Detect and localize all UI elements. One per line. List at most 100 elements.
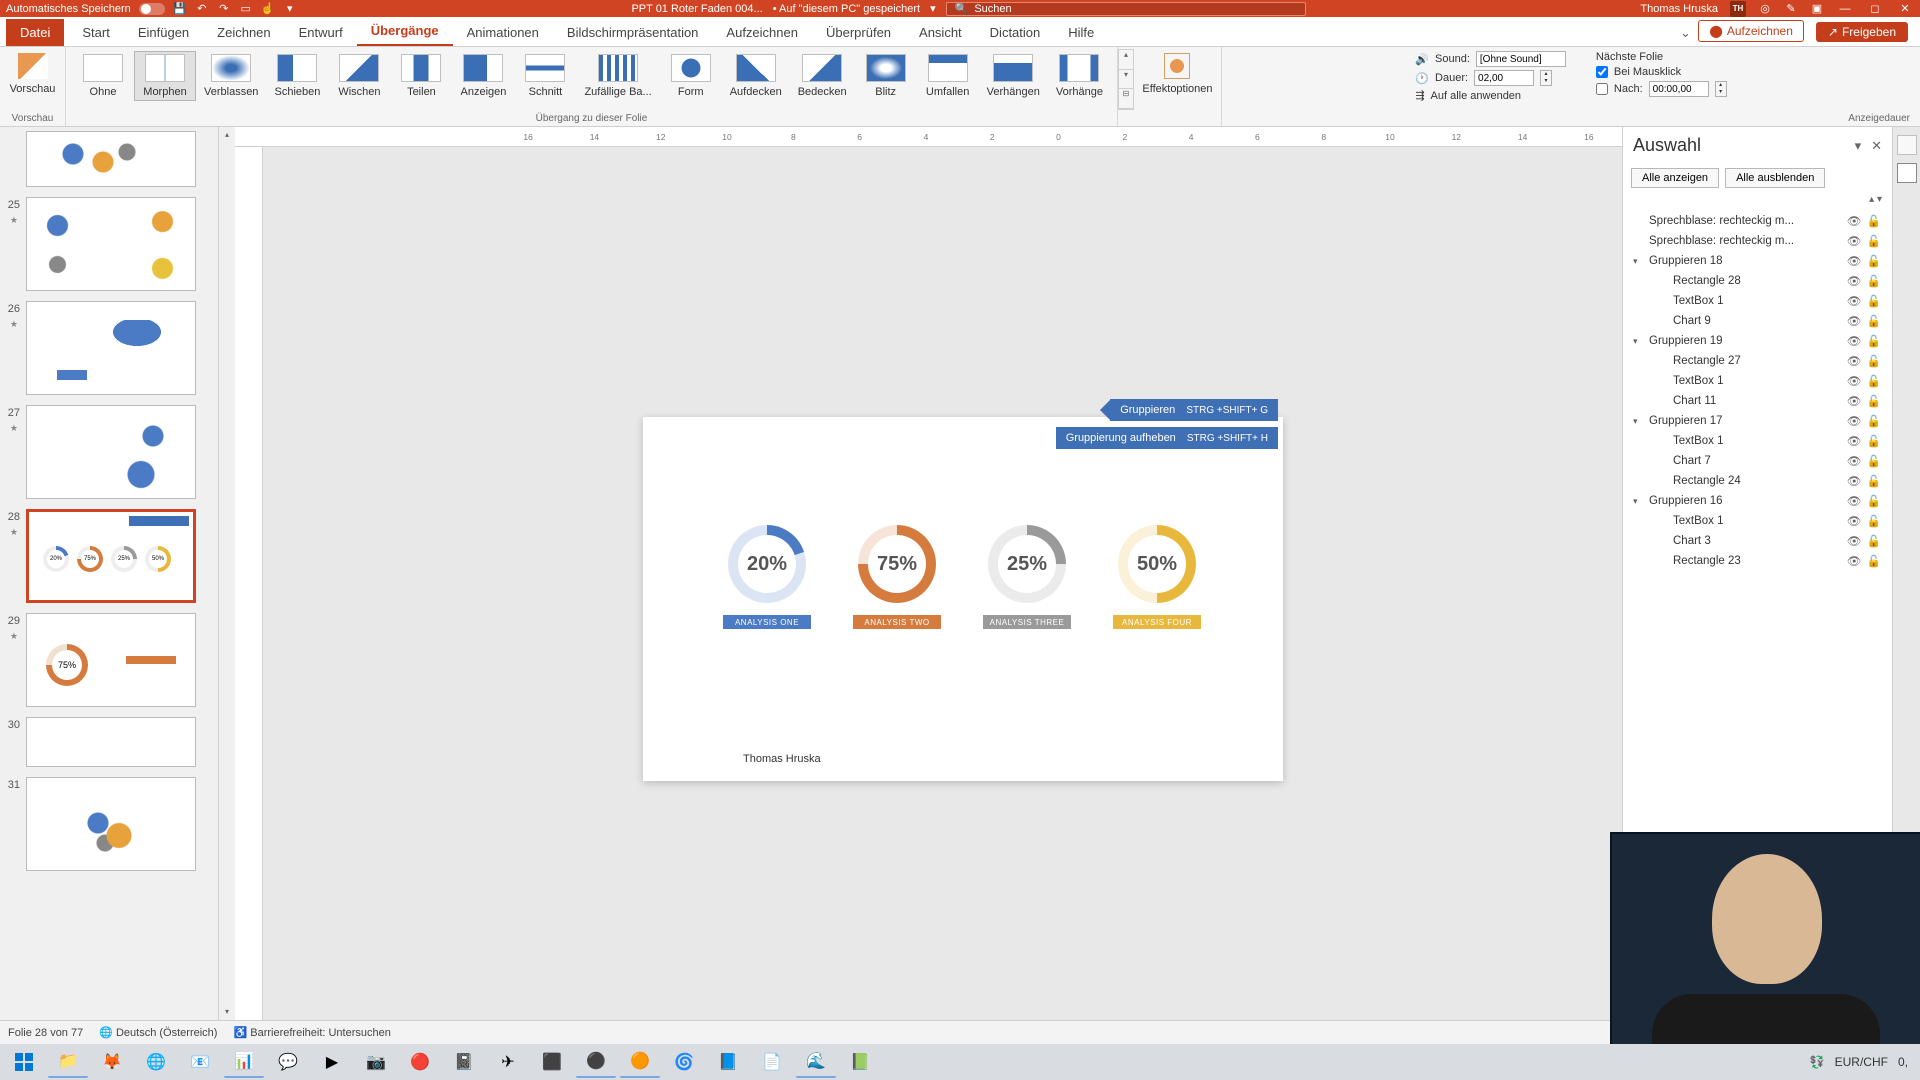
move-up-icon[interactable]: ▴ xyxy=(1869,194,1874,205)
slide-canvas[interactable]: Gruppieren STRG +SHIFT+ G Gruppierung au… xyxy=(263,147,1622,1020)
lock-icon[interactable]: 🔓 xyxy=(1866,334,1882,348)
language-indicator[interactable]: 🌐 Deutsch (Österreich) xyxy=(99,1026,217,1039)
transition-umfallen[interactable]: Umfallen xyxy=(917,51,979,101)
lock-icon[interactable]: 🔓 xyxy=(1866,294,1882,308)
transition-schnitt[interactable]: Schnitt xyxy=(514,51,576,101)
visibility-icon[interactable]: 👁 xyxy=(1846,374,1862,388)
thumbnail-25[interactable]: 25★ xyxy=(0,197,214,291)
tab-transitions[interactable]: Übergänge xyxy=(357,17,453,46)
tab-slideshow[interactable]: Bildschirmpräsentation xyxy=(553,19,713,46)
lock-icon[interactable]: 🔓 xyxy=(1866,214,1882,228)
user-name[interactable]: Thomas Hruska xyxy=(1640,3,1718,15)
side-tab-2[interactable] xyxy=(1897,163,1917,183)
lock-icon[interactable]: 🔓 xyxy=(1866,514,1882,528)
selection-item[interactable]: Chart 11👁🔓 xyxy=(1629,391,1886,411)
transition-vorhänge[interactable]: Vorhänge xyxy=(1048,51,1111,101)
after-checkbox[interactable] xyxy=(1596,83,1608,95)
visibility-icon[interactable]: 👁 xyxy=(1846,334,1862,348)
task-edge[interactable]: 🌊 xyxy=(796,1046,836,1078)
donut-chart-4[interactable]: 50%ANALYSIS FOUR xyxy=(1113,525,1201,629)
lock-icon[interactable]: 🔓 xyxy=(1866,554,1882,568)
touch-icon[interactable]: ☝ xyxy=(261,2,275,16)
visibility-icon[interactable]: 👁 xyxy=(1846,394,1862,408)
task-app2[interactable]: 📷 xyxy=(356,1046,396,1078)
task-app4[interactable]: ⬛ xyxy=(532,1046,572,1078)
tab-help[interactable]: Hilfe xyxy=(1054,19,1108,46)
lock-icon[interactable]: 🔓 xyxy=(1866,494,1882,508)
lock-icon[interactable]: 🔓 xyxy=(1866,394,1882,408)
share-button[interactable]: ↗Freigeben xyxy=(1816,22,1908,42)
tab-design[interactable]: Entwurf xyxy=(285,19,357,46)
side-tab-1[interactable] xyxy=(1897,135,1917,155)
visibility-icon[interactable]: 👁 xyxy=(1846,494,1862,508)
task-onenote[interactable]: 📓 xyxy=(444,1046,484,1078)
selection-item[interactable]: TextBox 1👁🔓 xyxy=(1629,371,1886,391)
drawing-icon[interactable]: ✎ xyxy=(1784,2,1798,16)
transition-bedecken[interactable]: Bedecken xyxy=(790,51,855,101)
scroll-up-icon[interactable]: ▴ xyxy=(219,127,235,143)
move-down-icon[interactable]: ▾ xyxy=(1877,194,1882,205)
task-app1[interactable]: 💬 xyxy=(268,1046,308,1078)
duration-spinner[interactable]: ▴▾ xyxy=(1540,70,1552,86)
visibility-icon[interactable]: 👁 xyxy=(1846,474,1862,488)
transition-wischen[interactable]: Wischen xyxy=(328,51,390,101)
selection-item[interactable]: ▾Gruppieren 16👁🔓 xyxy=(1629,491,1886,511)
tab-insert[interactable]: Einfügen xyxy=(124,19,203,46)
lock-icon[interactable]: 🔓 xyxy=(1866,314,1882,328)
undo-icon[interactable]: ↶ xyxy=(195,2,209,16)
transition-verblassen[interactable]: Verblassen xyxy=(196,51,266,101)
pane-close-icon[interactable]: ✕ xyxy=(1871,138,1882,154)
tab-file[interactable]: Datei xyxy=(6,19,64,46)
selection-item[interactable]: Rectangle 24👁🔓 xyxy=(1629,471,1886,491)
task-app8[interactable]: 📄 xyxy=(752,1046,792,1078)
transition-teilen[interactable]: Teilen xyxy=(390,51,452,101)
lock-icon[interactable]: 🔓 xyxy=(1866,454,1882,468)
selection-item[interactable]: Chart 7👁🔓 xyxy=(1629,451,1886,471)
system-tray[interactable]: 💱 EUR/CHF 0, xyxy=(1810,1055,1916,1069)
tab-review[interactable]: Überprüfen xyxy=(812,19,905,46)
collapse-ribbon-icon[interactable]: ⌄ xyxy=(1678,26,1692,40)
transition-verhängen[interactable]: Verhängen xyxy=(979,51,1048,101)
autosave-toggle[interactable] xyxy=(139,3,165,15)
pane-dropdown-icon[interactable]: ▾ xyxy=(1855,138,1862,154)
qat-more-icon[interactable]: ▾ xyxy=(283,2,297,16)
selection-item[interactable]: Sprechblase: rechteckig m...👁🔓 xyxy=(1629,231,1886,251)
search-input[interactable]: 🔍 Suchen xyxy=(946,2,1306,16)
task-powerpoint[interactable]: 📊 xyxy=(224,1046,264,1078)
on-click-checkbox[interactable] xyxy=(1596,66,1608,78)
tab-draw[interactable]: Zeichnen xyxy=(203,19,284,46)
thumbnail-26[interactable]: 26★ xyxy=(0,301,214,395)
transition-morphen[interactable]: Morphen xyxy=(134,51,196,101)
visibility-icon[interactable]: 👁 xyxy=(1846,314,1862,328)
callout-ungroup[interactable]: Gruppierung aufheben STRG +SHIFT+ H xyxy=(1056,427,1278,449)
visibility-icon[interactable]: 👁 xyxy=(1846,514,1862,528)
save-icon[interactable]: 💾 xyxy=(173,2,187,16)
transition-form[interactable]: Form xyxy=(660,51,722,101)
tab-start[interactable]: Start xyxy=(68,19,123,46)
visibility-icon[interactable]: 👁 xyxy=(1846,414,1862,428)
transition-schieben[interactable]: Schieben xyxy=(266,51,328,101)
thumbnail-30[interactable]: 30 xyxy=(0,717,214,767)
selection-item[interactable]: ▾Gruppieren 19👁🔓 xyxy=(1629,331,1886,351)
record-button[interactable]: ⬤Aufzeichnen xyxy=(1698,20,1803,42)
selection-item[interactable]: TextBox 1👁🔓 xyxy=(1629,511,1886,531)
tab-dictation[interactable]: Dictation xyxy=(976,19,1055,46)
thumbnail-partial[interactable] xyxy=(0,131,214,187)
lock-icon[interactable]: 🔓 xyxy=(1866,534,1882,548)
avatar[interactable]: TH xyxy=(1730,1,1746,17)
tab-record[interactable]: Aufzeichnen xyxy=(712,19,812,46)
effect-options-button[interactable]: Effektoptionen xyxy=(1134,51,1220,97)
present-icon[interactable]: ▭ xyxy=(239,2,253,16)
visibility-icon[interactable]: 👁 xyxy=(1846,214,1862,228)
visibility-icon[interactable]: 👁 xyxy=(1846,534,1862,548)
redo-icon[interactable]: ↷ xyxy=(217,2,231,16)
visibility-icon[interactable]: 👁 xyxy=(1846,554,1862,568)
task-excel[interactable]: 📗 xyxy=(840,1046,880,1078)
start-button[interactable] xyxy=(4,1046,44,1078)
visibility-icon[interactable]: 👁 xyxy=(1846,354,1862,368)
tab-animations[interactable]: Animationen xyxy=(453,19,553,46)
lock-icon[interactable]: 🔓 xyxy=(1866,274,1882,288)
visibility-icon[interactable]: 👁 xyxy=(1846,234,1862,248)
accessibility-check[interactable]: ♿ Barrierefreiheit: Untersuchen xyxy=(233,1026,390,1039)
task-outlook[interactable]: 📧 xyxy=(180,1046,220,1078)
